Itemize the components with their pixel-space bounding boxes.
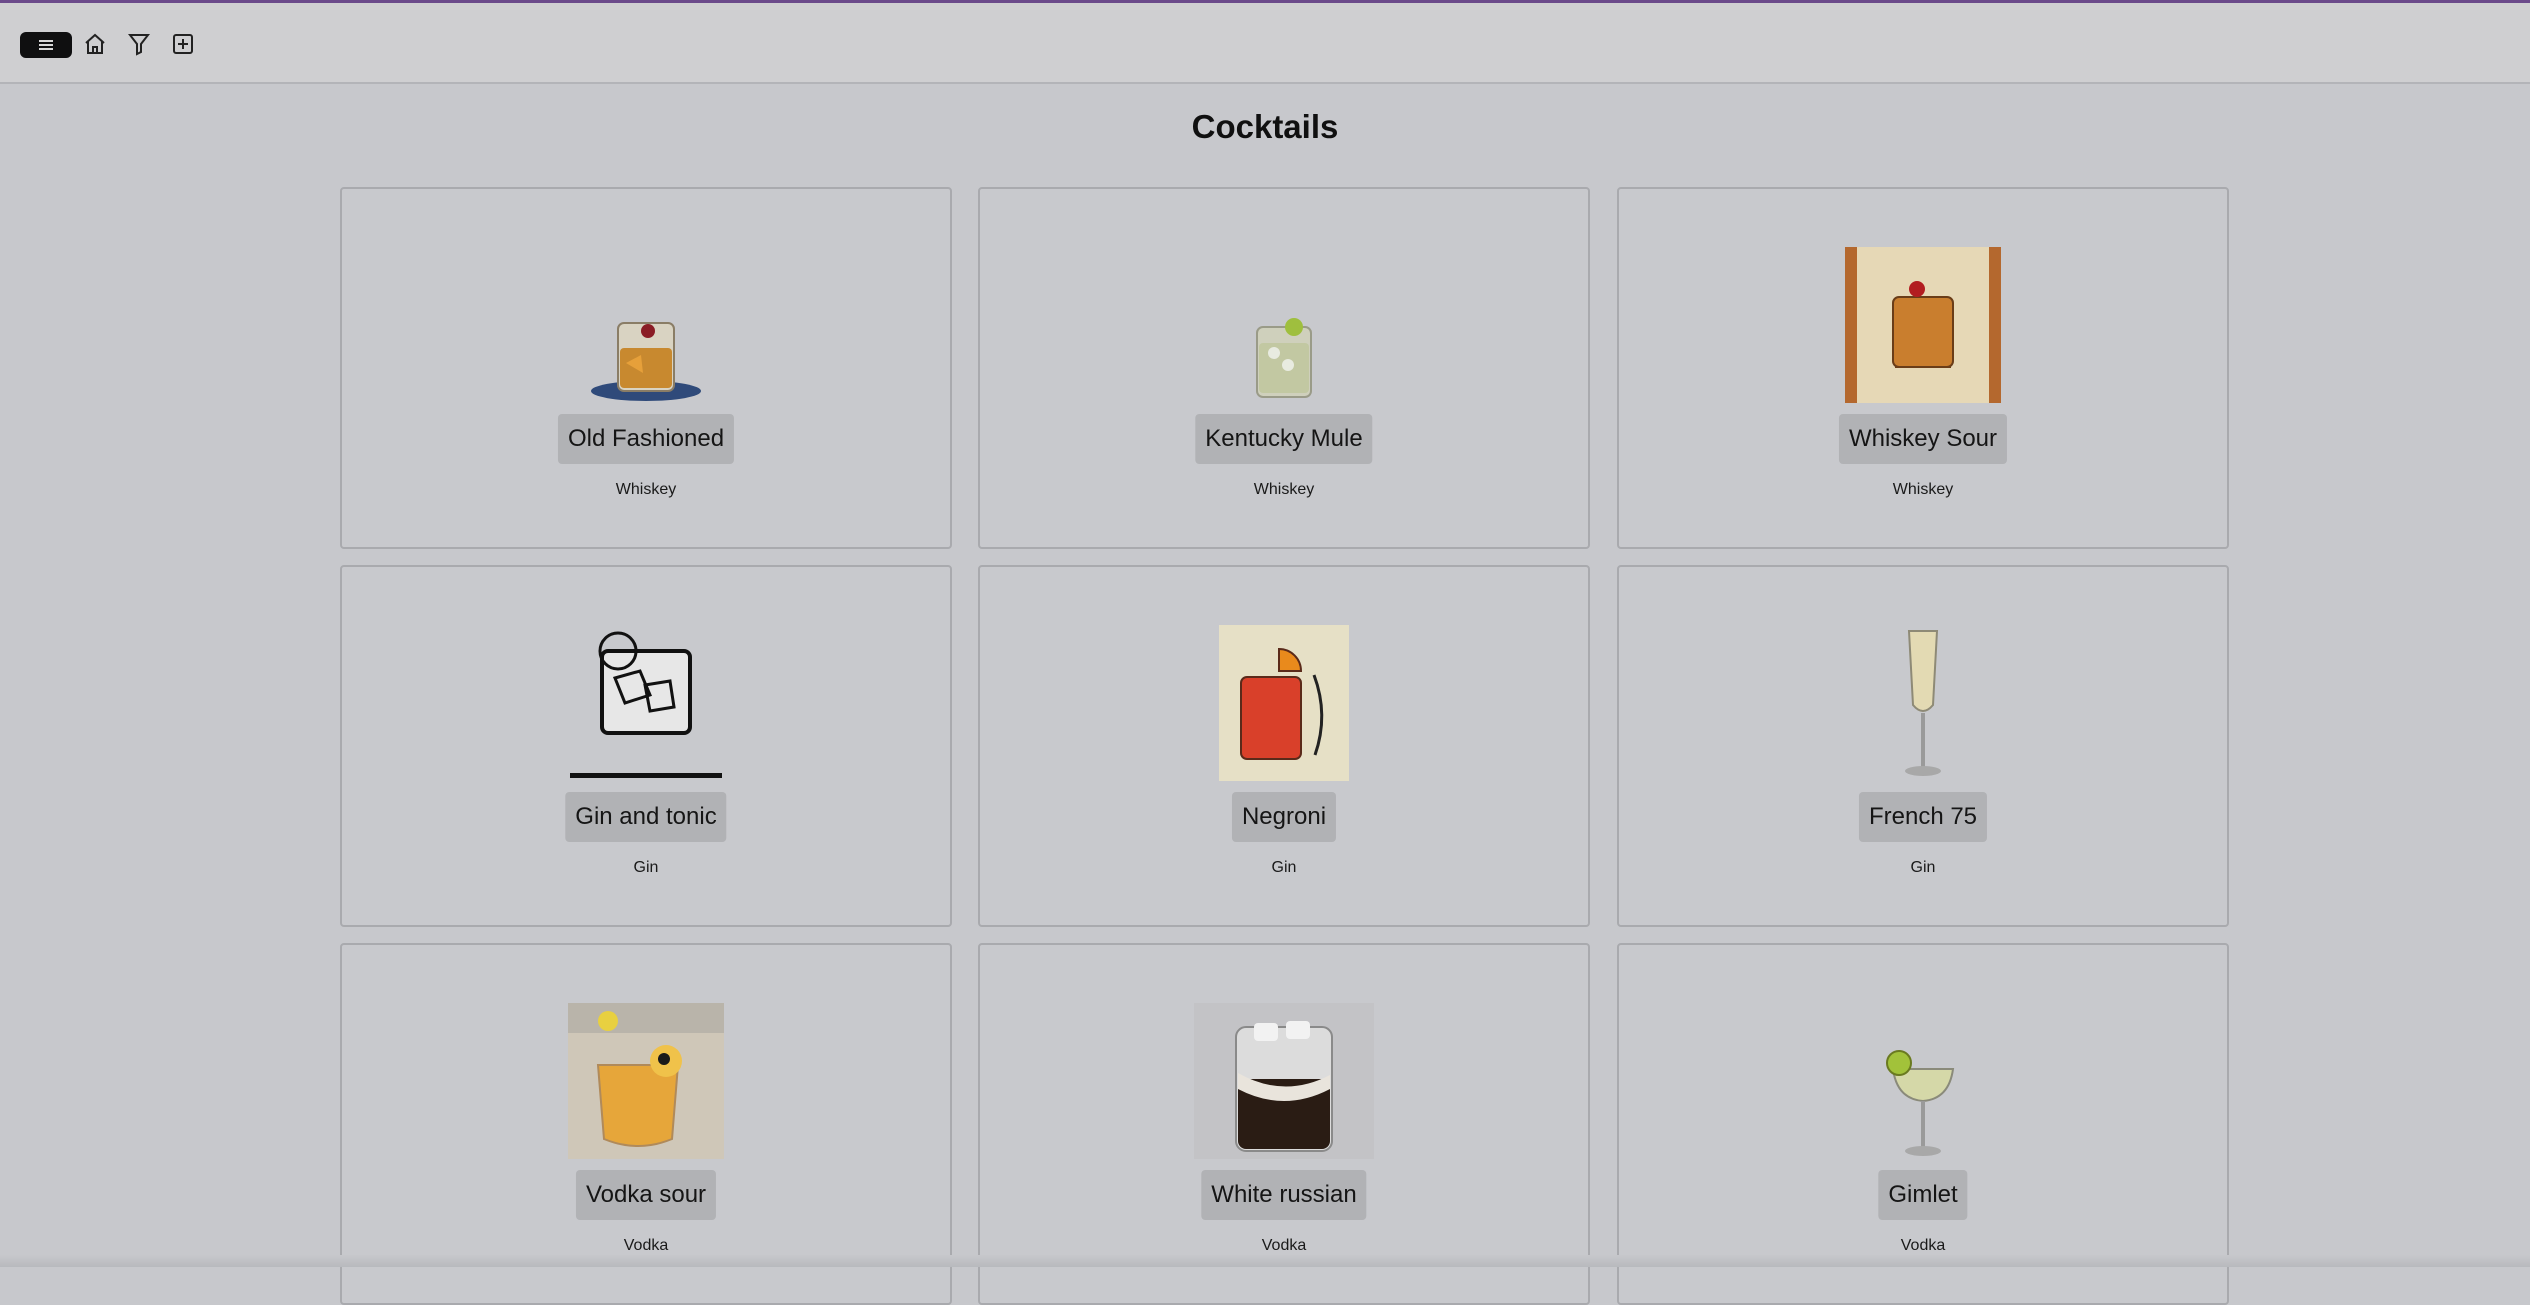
cocktail-spirit: Whiskey: [1253, 481, 1315, 498]
cocktail-name[interactable]: Gimlet: [1878, 1170, 1968, 1220]
add-button[interactable]: [168, 29, 198, 59]
cocktail-name[interactable]: Kentucky Mule: [1195, 414, 1373, 464]
cocktail-card-old-fashioned[interactable]: Old Fashioned Whiskey: [340, 187, 952, 549]
cocktail-spirit: Gin: [633, 859, 659, 876]
cocktail-card-kentucky-mule[interactable]: Kentucky Mule Whiskey: [978, 187, 1590, 549]
cocktail-card-white-russian[interactable]: White russian Vodka: [978, 943, 1590, 1305]
cocktail-name[interactable]: Whiskey Sour: [1838, 414, 2008, 464]
cocktail-spirit: Vodka: [1261, 1237, 1307, 1254]
cocktail-card-whiskey-sour[interactable]: Whiskey Sour Whiskey: [1617, 187, 2229, 549]
cocktail-card-negroni[interactable]: Negroni Gin: [978, 565, 1590, 927]
whiskey-sour-image: [1845, 245, 2001, 403]
white-russian-image: [1194, 1001, 1374, 1159]
filter-icon: [128, 34, 150, 56]
cocktail-name[interactable]: French 75: [1858, 792, 1988, 842]
old-fashioned-image: [581, 245, 711, 403]
cocktail-name[interactable]: Vodka sour: [575, 1170, 717, 1220]
cocktail-name[interactable]: Gin and tonic: [565, 792, 727, 842]
cocktail-card-gin-and-tonic[interactable]: Gin and tonic Gin: [340, 565, 952, 927]
cocktail-name[interactable]: White russian: [1201, 1170, 1367, 1220]
kentucky-mule-image: [1224, 245, 1344, 403]
cocktail-name[interactable]: Negroni: [1231, 792, 1337, 842]
negroni-image: [1219, 623, 1349, 781]
vodka-sour-image: [568, 1001, 724, 1159]
toolbar: [0, 3, 2530, 84]
cocktail-spirit: Whiskey: [615, 481, 677, 498]
cocktail-name[interactable]: Old Fashioned: [557, 414, 735, 464]
gin-and-tonic-image: [570, 623, 722, 781]
cocktail-spirit: Gin: [1910, 859, 1936, 876]
cocktail-spirit: Gin: [1271, 859, 1297, 876]
cocktail-spirit: Whiskey: [1892, 481, 1954, 498]
cocktail-card-vodka-sour[interactable]: Vodka sour Vodka: [340, 943, 952, 1305]
home-icon: [85, 33, 105, 54]
add-icon: [173, 34, 193, 54]
cocktail-card-gimlet[interactable]: Gimlet Vodka: [1617, 943, 2229, 1305]
french-75-image: [1893, 623, 1953, 781]
gimlet-image: [1883, 1001, 1963, 1159]
filter-button[interactable]: [124, 29, 154, 59]
menu-button[interactable]: [20, 32, 72, 58]
cocktail-card-french-75[interactable]: French 75 Gin: [1617, 565, 2229, 927]
menu-icon: [39, 40, 53, 50]
cocktail-spirit: Vodka: [623, 1237, 669, 1254]
cocktail-spirit: Vodka: [1900, 1237, 1946, 1254]
page-title: Cocktails: [1191, 108, 1339, 145]
home-button[interactable]: [80, 29, 110, 59]
bottom-edge: [0, 1255, 2530, 1267]
